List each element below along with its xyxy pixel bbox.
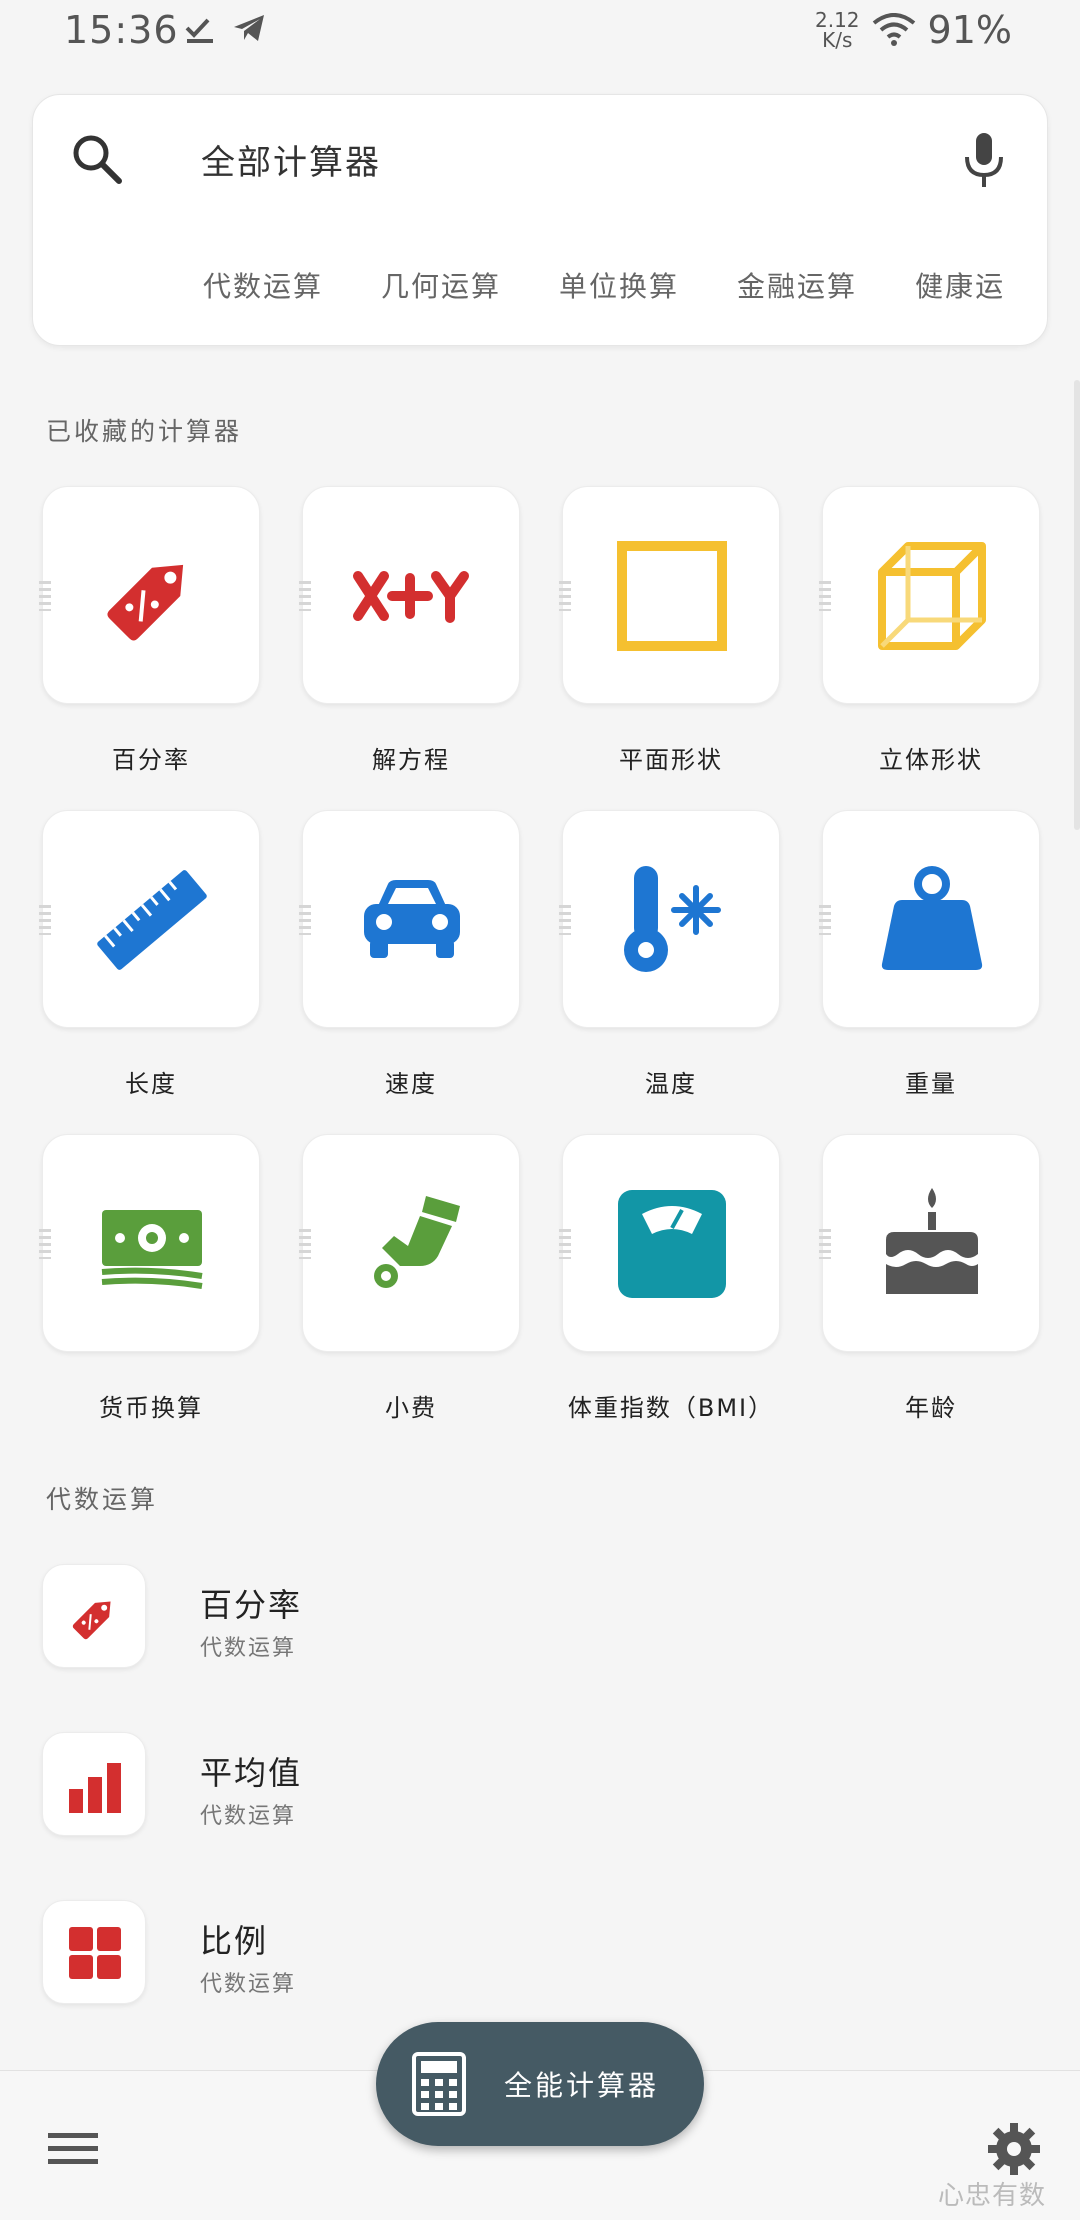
net-speed-value: 2.12 [815, 8, 860, 32]
calculator-icon [412, 2052, 466, 2116]
tile-label: 体重指数（BMI） [567, 1394, 775, 1422]
list-item-average[interactable]: 平均值 代数运算 [42, 1732, 1002, 1842]
car-icon [364, 880, 460, 958]
search-icon[interactable] [69, 131, 125, 187]
tip-hand-icon [374, 1196, 460, 1288]
fab-label: 全能计算器 [504, 2069, 660, 2102]
battery-level: 91% [927, 8, 1012, 52]
tile-card[interactable] [819, 486, 1040, 704]
search-input[interactable]: 全部计算器 [201, 135, 381, 184]
ruler-icon [97, 870, 207, 970]
tile-label: 长度 [125, 1070, 177, 1098]
tile-card[interactable] [819, 1134, 1040, 1352]
tab-health[interactable]: 健康运 [915, 265, 1005, 305]
favorites-title: 已收藏的计算器 [46, 417, 243, 446]
list-subtitle: 代数运算 [200, 1804, 297, 1829]
tile-label: 年龄 [905, 1394, 957, 1422]
weight-icon [881, 866, 983, 970]
microphone-icon[interactable] [959, 131, 1009, 191]
list-title: 百分率 [200, 1586, 303, 1624]
thermometer-icon [624, 866, 721, 972]
list-subtitle: 代数运算 [200, 1636, 297, 1661]
status-time: 15:36 [64, 8, 179, 52]
equation-xy-icon [353, 571, 469, 623]
percent-tag-icon [72, 1601, 111, 1640]
status-right: 2.12 K/s 91% [815, 8, 1012, 52]
wifi-icon [872, 13, 915, 46]
list-subtitle: 代数运算 [200, 1972, 297, 1997]
list-item-ratio[interactable]: 比例 代数运算 [42, 1900, 1002, 2010]
tile-card[interactable] [559, 810, 780, 1028]
tile-card[interactable] [559, 486, 780, 704]
bar-chart-icon [69, 1763, 121, 1813]
drag-handle[interactable] [819, 905, 831, 935]
status-left-icons [184, 12, 266, 44]
all-calculators-fab[interactable]: 全能计算器 [376, 2022, 704, 2146]
watermark: 心忠有数 [937, 2181, 1046, 2211]
cube-icon [878, 542, 986, 650]
drag-handle[interactable] [39, 905, 51, 935]
telegram-icon [234, 15, 264, 41]
drag-handle[interactable] [299, 1229, 311, 1259]
drag-handle[interactable] [39, 1229, 51, 1259]
drag-handle[interactable] [559, 1229, 571, 1259]
tile-label: 速度 [385, 1070, 437, 1098]
tile-card[interactable] [39, 810, 260, 1028]
drag-handle[interactable] [819, 1229, 831, 1259]
tile-label: 货币换算 [99, 1394, 203, 1422]
tile-card[interactable] [299, 1134, 520, 1352]
drag-handle[interactable] [299, 905, 311, 935]
list-title: 比例 [200, 1922, 269, 1960]
tile-card[interactable] [299, 486, 520, 704]
tile-card[interactable] [559, 1134, 780, 1352]
net-speed-unit: K/s [822, 28, 853, 52]
tile-card[interactable] [299, 810, 520, 1028]
tab-finance[interactable]: 金融运算 [737, 265, 857, 305]
drag-handle[interactable] [39, 581, 51, 611]
tile-label: 重量 [905, 1070, 957, 1098]
scale-icon [618, 1190, 726, 1298]
list-icon [42, 1732, 146, 1836]
tab-unit-conversion[interactable]: 单位换算 [559, 265, 679, 305]
tile-label: 解方程 [372, 746, 450, 774]
tab-algebra[interactable]: 代数运算 [203, 265, 323, 305]
tile-card[interactable] [39, 486, 260, 704]
grid-icon [69, 1927, 121, 1979]
list-item-percentage[interactable]: 百分率 代数运算 [42, 1564, 1002, 1674]
tile-card[interactable] [819, 810, 1040, 1028]
percent-tag-icon [107, 564, 184, 641]
tile-label: 百分率 [112, 746, 190, 774]
status-bar: 15:36 2.12 K/s 91% [0, 0, 1080, 66]
gear-icon[interactable] [986, 2121, 1042, 2177]
list-icon [42, 1564, 146, 1668]
drag-handle[interactable] [559, 905, 571, 935]
tab-geometry[interactable]: 几何运算 [381, 265, 501, 305]
tile-label: 小费 [385, 1394, 437, 1422]
money-icon [101, 1210, 203, 1289]
download-done-icon [185, 18, 213, 43]
network-speed: 2.12 K/s [815, 10, 860, 50]
drag-handle[interactable] [559, 581, 571, 611]
tile-label: 立体形状 [879, 746, 983, 774]
algebra-section-title: 代数运算 [46, 1485, 159, 1514]
square-icon [617, 541, 727, 651]
tile-card[interactable] [39, 1134, 260, 1352]
menu-icon[interactable] [48, 2129, 98, 2169]
cake-icon [886, 1188, 978, 1294]
search-card: 全部计算器 代数运算 几何运算 单位换算 金融运算 健康运 [32, 94, 1048, 346]
tile-label: 平面形状 [619, 746, 723, 774]
tile-label: 温度 [645, 1070, 697, 1098]
drag-handle[interactable] [819, 581, 831, 611]
scrollbar[interactable] [1074, 380, 1080, 830]
list-icon [42, 1900, 146, 2004]
list-title: 平均值 [200, 1754, 303, 1792]
category-tabs: 代数运算 几何运算 单位换算 金融运算 健康运 [203, 265, 1005, 305]
drag-handle[interactable] [299, 581, 311, 611]
